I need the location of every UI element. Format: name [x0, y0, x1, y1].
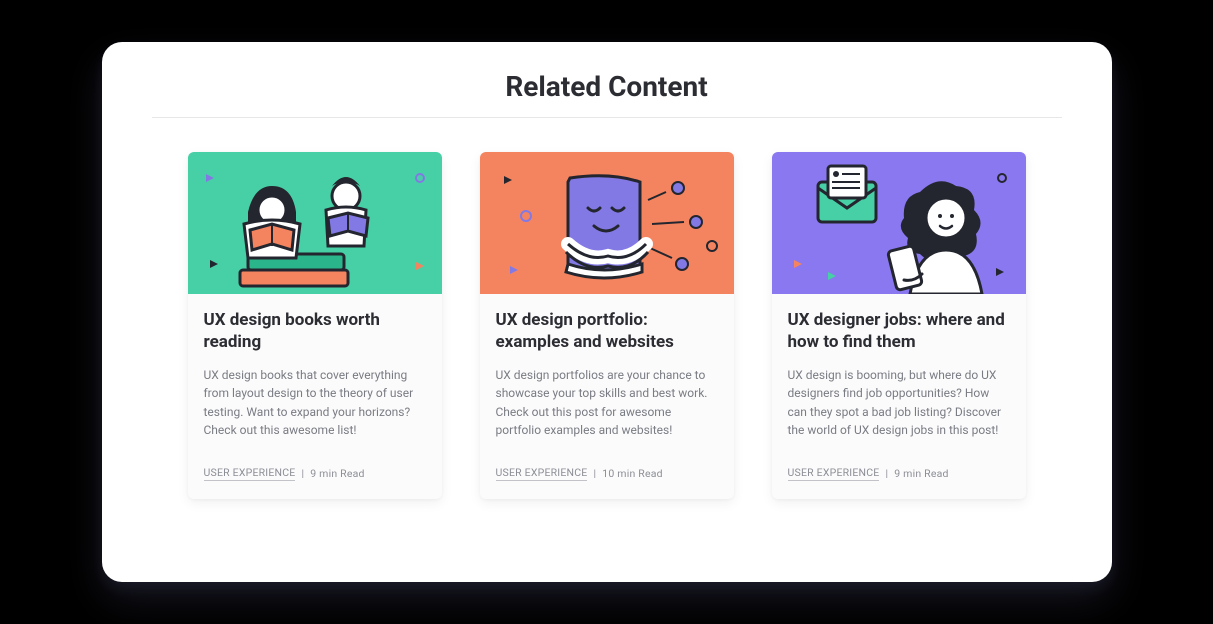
card-title: UX designer jobs: where and how to find … [788, 310, 1010, 354]
portfolio-illustration-icon [480, 152, 734, 294]
card-body: UX design books worth reading UX design … [188, 294, 442, 499]
meta-separator: | [301, 467, 304, 480]
jobs-illustration-icon [772, 152, 1026, 294]
meta-separator: | [885, 467, 888, 480]
card-body: UX designer jobs: where and how to find … [772, 294, 1026, 499]
card-body: UX design portfolio: examples and websit… [480, 294, 734, 499]
card-desc: UX design is booming, but where do UX de… [788, 366, 1010, 440]
card-desc: UX design portfolios are your chance to … [496, 366, 718, 440]
card-thumb [188, 152, 442, 294]
card-ux-jobs[interactable]: UX designer jobs: where and how to find … [772, 152, 1026, 499]
card-read-time: 9 min Read [894, 467, 948, 480]
card-category-link[interactable]: USER EXPERIENCE [788, 466, 880, 481]
card-read-time: 9 min Read [310, 467, 364, 480]
card-ux-portfolio[interactable]: UX design portfolio: examples and websit… [480, 152, 734, 499]
card-list: UX design books worth reading UX design … [152, 152, 1062, 499]
card-title: UX design portfolio: examples and websit… [496, 310, 718, 354]
card-category-link[interactable]: USER EXPERIENCE [204, 466, 296, 481]
card-desc: UX design books that cover everything fr… [204, 366, 426, 440]
card-read-time: 10 min Read [602, 467, 663, 480]
card-meta: USER EXPERIENCE | 9 min Read [788, 466, 1010, 481]
card-meta: USER EXPERIENCE | 10 min Read [496, 466, 718, 481]
reading-illustration-icon [188, 152, 442, 294]
card-title: UX design books worth reading [204, 310, 426, 354]
card-category-link[interactable]: USER EXPERIENCE [496, 466, 588, 481]
card-thumb [480, 152, 734, 294]
card-meta: USER EXPERIENCE | 9 min Read [204, 466, 426, 481]
card-ux-books[interactable]: UX design books worth reading UX design … [188, 152, 442, 499]
card-thumb [772, 152, 1026, 294]
section-title: Related Content [152, 70, 1062, 118]
meta-separator: | [593, 467, 596, 480]
related-content-panel: Related Content [102, 42, 1112, 582]
